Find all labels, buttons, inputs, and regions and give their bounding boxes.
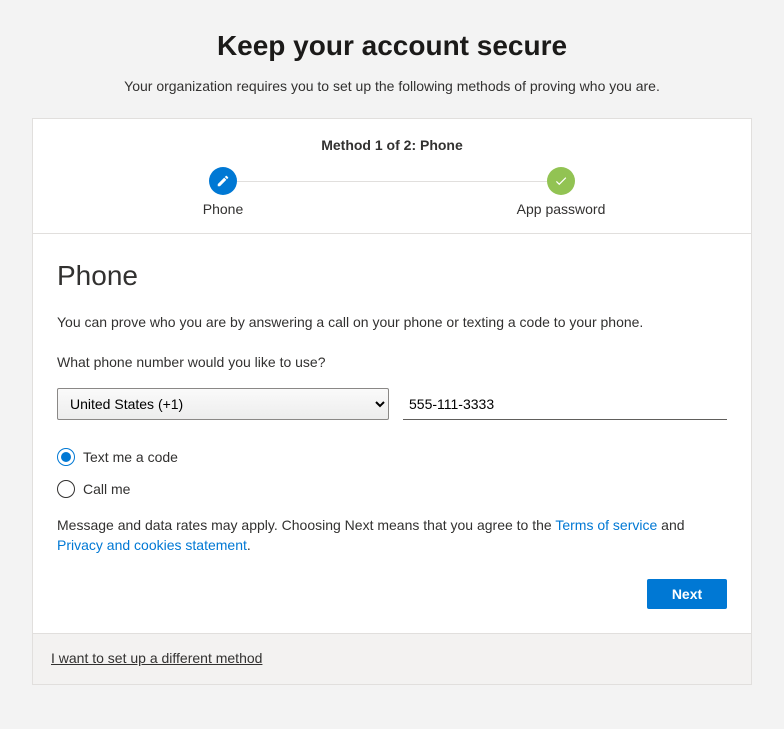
next-button[interactable]: Next [647, 579, 727, 609]
card-footer: I want to set up a different method [33, 633, 751, 684]
section-heading: Phone [57, 260, 727, 292]
country-code-select[interactable]: United States (+1) [57, 388, 389, 420]
stepper-line [237, 181, 547, 182]
step-phone: Phone [173, 167, 273, 217]
setup-card: Method 1 of 2: Phone Phone [32, 118, 752, 685]
pencil-icon [209, 167, 237, 195]
stepper-section: Method 1 of 2: Phone Phone [33, 119, 751, 234]
disclaimer-period: . [247, 537, 251, 553]
phone-input-row: United States (+1) [57, 388, 727, 420]
privacy-link[interactable]: Privacy and cookies statement [57, 537, 247, 553]
phone-prompt: What phone number would you like to use? [57, 354, 727, 370]
verification-method-radios: Text me a code Call me [57, 448, 727, 498]
button-row: Next [57, 579, 727, 609]
radio-text-code-label: Text me a code [83, 449, 178, 465]
step-app-password: App password [511, 167, 611, 217]
page-container: Keep your account secure Your organizati… [32, 30, 752, 685]
radio-icon [57, 448, 75, 466]
radio-text-code[interactable]: Text me a code [57, 448, 727, 466]
step-app-password-label: App password [517, 201, 606, 217]
page-subtitle: Your organization requires you to set up… [32, 78, 752, 94]
terms-of-service-link[interactable]: Terms of service [555, 517, 657, 533]
phone-section: Phone You can prove who you are by answe… [33, 234, 751, 633]
disclaimer-text: Message and data rates may apply. Choosi… [57, 516, 727, 555]
radio-icon [57, 480, 75, 498]
disclaimer-prefix: Message and data rates may apply. Choosi… [57, 517, 555, 533]
checkmark-icon [547, 167, 575, 195]
method-progress-label: Method 1 of 2: Phone [53, 137, 731, 153]
step-phone-label: Phone [203, 201, 243, 217]
disclaimer-and: and [657, 517, 684, 533]
section-description: You can prove who you are by answering a… [57, 314, 727, 330]
radio-call-me-label: Call me [83, 481, 130, 497]
different-method-link[interactable]: I want to set up a different method [51, 650, 262, 666]
radio-call-me[interactable]: Call me [57, 480, 727, 498]
page-title: Keep your account secure [32, 30, 752, 62]
stepper: Phone App password [53, 167, 731, 217]
phone-number-input[interactable] [403, 388, 727, 420]
radio-dot-icon [61, 452, 71, 462]
